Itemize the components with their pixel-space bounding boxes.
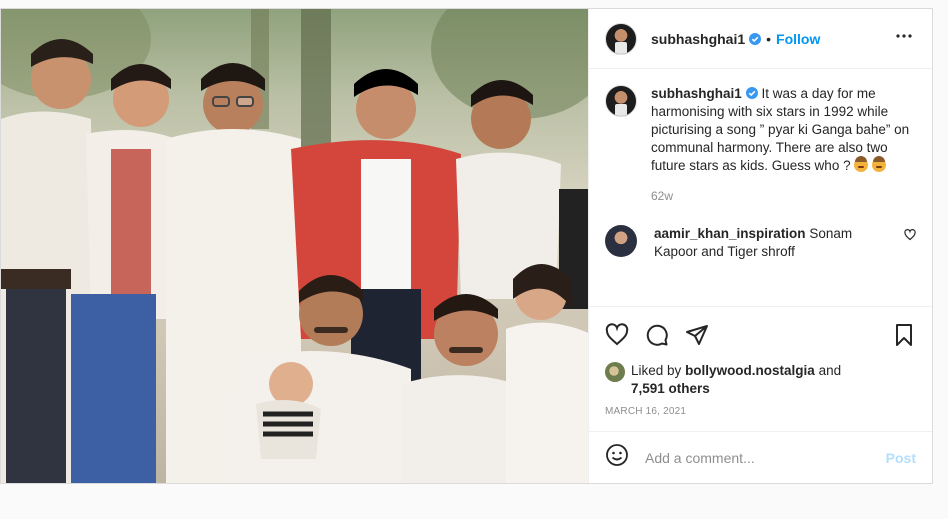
small-heart-icon[interactable] bbox=[904, 229, 916, 241]
add-comment-input[interactable]: Add a comment... bbox=[645, 450, 886, 466]
comment-item: aamir_khan_inspiration Sonam Kapoor and … bbox=[605, 225, 916, 261]
likes-and: and bbox=[818, 363, 842, 378]
caption-username[interactable]: subhashghai1 bbox=[651, 86, 742, 101]
bookmark-icon[interactable] bbox=[892, 323, 916, 347]
emoji-icon bbox=[854, 156, 869, 172]
liker-username[interactable]: bollywood.nostalgia bbox=[685, 363, 815, 378]
more-options-icon[interactable] bbox=[892, 24, 916, 53]
add-comment-bar: Add a comment... Post bbox=[589, 431, 932, 483]
comment-text-block: aamir_khan_inspiration Sonam Kapoor and … bbox=[654, 225, 894, 261]
post-date[interactable]: MARCH 16, 2021 bbox=[589, 398, 932, 417]
comment-icon[interactable] bbox=[645, 323, 669, 347]
likes-summary: Liked by bollywood.nostalgia and 7,591 o… bbox=[589, 362, 932, 398]
post-header: subhashghai1 • Follow bbox=[589, 9, 932, 69]
commenter-avatar[interactable] bbox=[605, 225, 637, 257]
caption-timestamp[interactable]: 62w bbox=[651, 189, 916, 203]
post-actions-bar bbox=[589, 306, 932, 362]
heart-icon[interactable] bbox=[605, 322, 629, 347]
verified-badge-icon bbox=[749, 32, 762, 45]
commenter-username[interactable]: aamir_khan_inspiration bbox=[654, 226, 806, 241]
post-side-panel: subhashghai1 • Follow subhashghai1 It wa… bbox=[588, 9, 932, 483]
follow-button[interactable]: Follow bbox=[776, 31, 820, 47]
instagram-post: subhashghai1 • Follow subhashghai1 It wa… bbox=[0, 8, 933, 484]
liker-avatar[interactable] bbox=[605, 362, 625, 382]
likes-text: Liked by bollywood.nostalgia and 7,591 o… bbox=[631, 362, 841, 398]
group-photo-illustration bbox=[1, 9, 588, 483]
emoji-icon bbox=[872, 156, 887, 172]
separator-dot: • bbox=[766, 30, 772, 47]
verified-badge-icon bbox=[745, 87, 758, 99]
post-comment-button[interactable]: Post bbox=[886, 450, 916, 466]
emoji-picker-icon[interactable] bbox=[605, 443, 629, 472]
post-caption: subhashghai1 It was a day for me harmoni… bbox=[605, 85, 916, 175]
share-icon[interactable] bbox=[685, 323, 709, 347]
caption-author-avatar[interactable] bbox=[605, 85, 637, 117]
likes-prefix: Liked by bbox=[631, 363, 682, 378]
comments-section: subhashghai1 It was a day for me harmoni… bbox=[589, 69, 932, 306]
likes-count[interactable]: 7,591 others bbox=[631, 381, 710, 396]
author-avatar[interactable] bbox=[605, 22, 637, 55]
post-photo[interactable] bbox=[1, 9, 588, 483]
caption-text-block: subhashghai1 It was a day for me harmoni… bbox=[651, 85, 916, 175]
author-username[interactable]: subhashghai1 bbox=[651, 31, 745, 47]
